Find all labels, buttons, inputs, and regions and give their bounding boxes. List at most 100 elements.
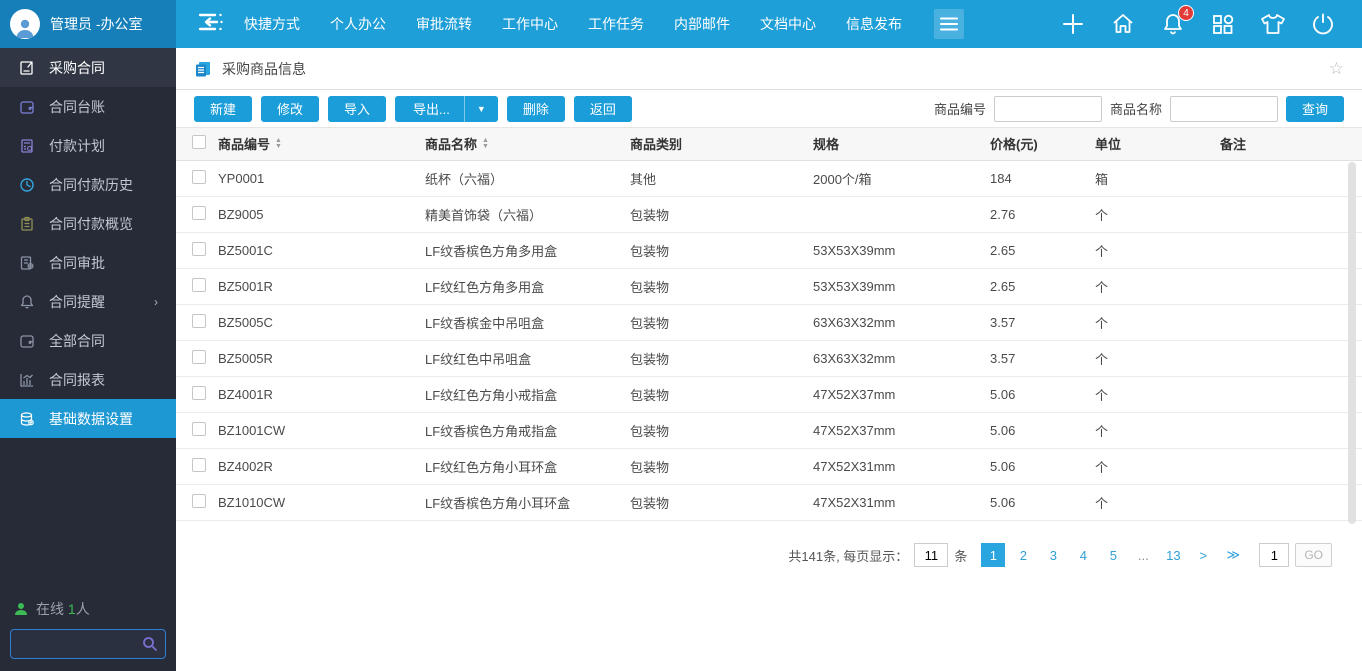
sidebar-item-payment-overview[interactable]: 合同付款概览 [0,204,176,243]
chevron-down-icon[interactable]: ▼ [464,96,498,122]
table-scrollbar[interactable] [1348,162,1356,524]
cell-category: 包装物 [626,340,809,376]
new-button[interactable]: 新建 [194,96,252,122]
sidebar-item-payment-plan[interactable]: 付款计划 [0,126,176,165]
table-row[interactable]: BZ5001R LF纹红色方角多用盒 包装物 53X53X39mm 2.65 个 [176,268,1362,304]
sidebar-item-payment-history[interactable]: 合同付款历史 [0,165,176,204]
nav-item-info-publish[interactable]: 信息发布 [846,14,902,34]
query-button[interactable]: 查询 [1286,96,1344,122]
sidebar-item-base-data-settings[interactable]: 基础数据设置 [0,399,176,438]
product-name-input[interactable] [1170,96,1278,122]
table-row[interactable]: BZ1010CW LF纹香槟色方角小耳环盒 包装物 47X52X31mm 5.0… [176,484,1362,520]
nav-item-document-center[interactable]: 文档中心 [760,14,816,34]
edit-button[interactable]: 修改 [261,96,319,122]
row-checkbox[interactable] [192,170,206,184]
database-icon [18,410,35,427]
nav-item-internal-mail[interactable]: 内部邮件 [674,14,730,34]
notification-badge: 4 [1178,5,1194,21]
table-row[interactable]: BZ4001R LF纹红色方角小戒指盒 包装物 47X52X37mm 5.06 … [176,376,1362,412]
table-row[interactable]: YP0001 纸杯（六福） 其他 2000个/箱 184 箱 [176,160,1362,196]
select-all-checkbox[interactable] [192,135,206,149]
table-row[interactable]: BZ4002R LF纹红色方角小耳环盒 包装物 47X52X31mm 5.06 … [176,448,1362,484]
sidebar-item-contract-approval[interactable]: 合同审批 [0,243,176,282]
go-button[interactable]: GO [1295,543,1332,567]
cell-price: 2.76 [986,196,1091,232]
document-gear-icon [18,254,35,271]
nav-item-approval-flow[interactable]: 审批流转 [416,14,472,34]
more-menu-icon[interactable] [934,9,964,39]
export-dropdown-button[interactable]: 导出... ▼ [395,96,498,122]
page-button-4[interactable]: 4 [1071,543,1095,567]
nav-item-work-center[interactable]: 工作中心 [502,14,558,34]
row-checkbox[interactable] [192,422,206,436]
cell-category: 包装物 [626,484,809,520]
sidebar-item-label: 合同付款概览 [49,214,133,234]
user-name: 管理员 -办公室 [50,14,143,34]
row-checkbox[interactable] [192,494,206,508]
cell-spec [809,196,986,232]
cell-remark [1216,340,1362,376]
home-icon[interactable] [1110,11,1136,37]
row-checkbox[interactable] [192,386,206,400]
sidebar-item-contract-reports[interactable]: 合同报表 [0,360,176,399]
power-logout-icon[interactable] [1310,11,1336,37]
page-button-2[interactable]: 2 [1011,543,1035,567]
sort-icon[interactable]: ▲▼ [482,138,489,150]
row-checkbox[interactable] [192,458,206,472]
favorite-star-icon[interactable]: ☆ [1329,59,1344,79]
add-icon[interactable] [1060,11,1086,37]
col-header-name[interactable]: 商品名称▲▼ [421,128,626,160]
cell-category: 包装物 [626,304,809,340]
row-checkbox[interactable] [192,350,206,364]
page-title-icon [194,60,212,78]
notifications-bell-icon[interactable]: 4 [1160,11,1186,37]
table-row[interactable]: BZ5001C LF纹香槟色方角多用盒 包装物 53X53X39mm 2.65 … [176,232,1362,268]
nav-item-personal-office[interactable]: 个人办公 [330,14,386,34]
import-button[interactable]: 导入 [328,96,386,122]
next-page-button[interactable]: > [1191,543,1215,567]
collapse-menu-icon[interactable] [198,12,224,37]
table-row[interactable]: BZ5005C LF纹香槟金中吊咀盒 包装物 63X63X32mm 3.57 个 [176,304,1362,340]
page-button-13[interactable]: 13 [1161,543,1185,567]
top-navigation: 快捷方式 个人办公 审批流转 工作中心 工作任务 内部邮件 文档中心 信息发布 [244,14,902,34]
page-button-5[interactable]: 5 [1101,543,1125,567]
row-checkbox[interactable] [192,314,206,328]
cell-category: 包装物 [626,196,809,232]
col-header-spec: 规格 [809,128,986,160]
page-button-1[interactable]: 1 [981,543,1005,567]
table-row[interactable]: BZ9005 精美首饰袋（六福） 包装物 2.76 个 [176,196,1362,232]
table-row[interactable]: BZ1001CW LF纹香槟色方角戒指盒 包装物 47X52X37mm 5.06… [176,412,1362,448]
goto-page-input[interactable] [1259,543,1289,567]
search-icon[interactable] [142,636,158,657]
cell-price: 3.57 [986,304,1091,340]
clipboard-icon [18,215,35,232]
back-button[interactable]: 返回 [574,96,632,122]
cell-code: BZ4002R [214,448,421,484]
cell-spec: 53X53X39mm [809,268,986,304]
theme-shirt-icon[interactable] [1260,11,1286,37]
user-area[interactable]: 管理员 -办公室 [0,0,176,48]
cell-spec: 63X63X32mm [809,304,986,340]
nav-item-shortcuts[interactable]: 快捷方式 [244,14,300,34]
row-checkbox[interactable] [192,278,206,292]
sidebar-item-purchase-contract[interactable]: 采购合同 [0,48,176,87]
row-checkbox[interactable] [192,242,206,256]
sort-icon[interactable]: ▲▼ [275,138,282,150]
page-button-3[interactable]: 3 [1041,543,1065,567]
table-row[interactable]: BZ5005R LF纹红色中吊咀盒 包装物 63X63X32mm 3.57 个 [176,340,1362,376]
cell-code: BZ1001CW [214,412,421,448]
cell-price: 5.06 [986,412,1091,448]
delete-button[interactable]: 删除 [507,96,565,122]
page-title: 采购商品信息 [222,59,306,79]
col-header-code[interactable]: 商品编号▲▼ [214,128,421,160]
nav-item-work-tasks[interactable]: 工作任务 [588,14,644,34]
page-size-input[interactable] [914,543,948,567]
row-checkbox[interactable] [192,206,206,220]
product-code-input[interactable] [994,96,1102,122]
last-page-button[interactable]: ≫ [1221,543,1245,567]
filter-bar: 商品编号 商品名称 查询 [934,96,1344,122]
sidebar-item-contract-ledger[interactable]: 合同台账 [0,87,176,126]
sidebar-item-all-contracts[interactable]: 全部合同 [0,321,176,360]
sidebar-item-contract-reminder[interactable]: 合同提醒 › [0,282,176,321]
apps-grid-icon[interactable] [1210,11,1236,37]
